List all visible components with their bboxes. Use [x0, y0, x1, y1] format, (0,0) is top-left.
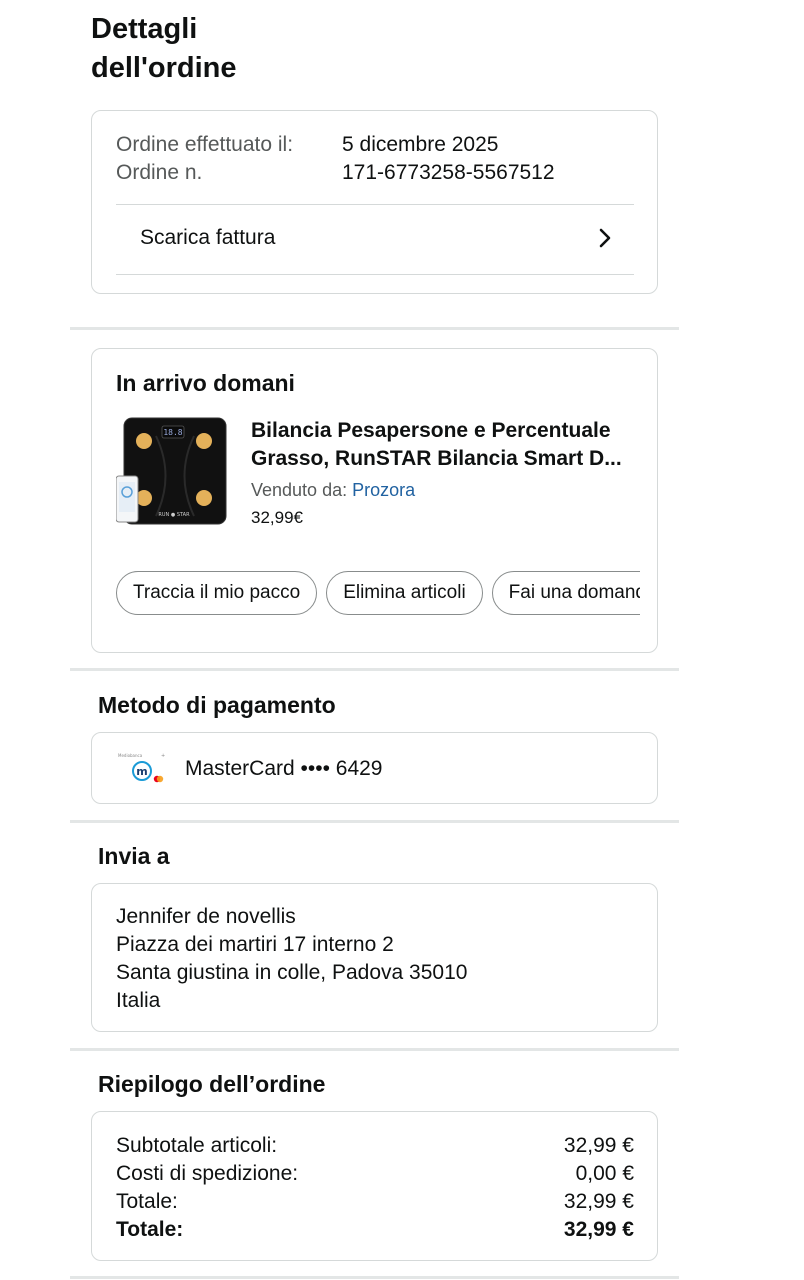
smart-scale-image[interactable]: 18.8 RUN ● STAR [116, 416, 228, 528]
section-divider [70, 327, 679, 330]
product-title-line-1: Bilancia Pesapersone e Percentuale [251, 419, 611, 442]
summary-label: Totale: [116, 1218, 184, 1241]
summary-value: 32,99 € [563, 1190, 634, 1213]
address-name: Jennifer de novellis [116, 905, 296, 928]
svg-text:+: + [161, 753, 165, 759]
product-price: 32,99€ [251, 508, 303, 527]
summary-label: Costi di spedizione: [116, 1162, 299, 1185]
svg-text:m: m [136, 765, 147, 778]
section-divider [70, 1276, 679, 1279]
address-city: Santa giustina in colle, Padova 35010 [116, 961, 468, 984]
shipping-address-card: Jennifer de novellis Piazza dei martiri … [91, 883, 658, 1032]
order-number-value: 171-6773258-5567512 [342, 161, 555, 184]
payment-card-label: MasterCard •••• 6429 [185, 757, 383, 780]
payment-method-title: Metodo di pagamento [98, 692, 336, 718]
summary-value: 32,99 € [563, 1134, 634, 1157]
order-number-label: Ordine n. [116, 161, 203, 184]
address-country: Italia [116, 989, 161, 1012]
section-divider [70, 1048, 679, 1051]
section-divider [70, 668, 679, 671]
shipment-actions: Traccia il mio pacco Elimina articoli Fai … [116, 571, 640, 617]
shipment-status-title: In arrivo domani [116, 370, 295, 396]
summary-value: 0,00 € [575, 1162, 634, 1185]
order-date-label: Ordine effettuato il: [116, 133, 294, 156]
download-invoice-button[interactable]: Scarica fattura [92, 204, 659, 274]
track-package-button[interactable]: Traccia il mio pacco [116, 571, 318, 615]
product-title-line-2: Grasso, RunSTAR Bilancia Smart D... [251, 447, 622, 470]
svg-text:Mediobanca: Mediobanca [118, 753, 143, 758]
ship-to-title: Invia a [98, 843, 170, 869]
order-info-card: Ordine effettuato il: 5 dicembre 2025 Or… [91, 110, 658, 294]
shipment-card: In arrivo domani 18.8 RUN ● STAR Bilanci… [91, 348, 658, 653]
address-street: Piazza dei martiri 17 interno 2 [116, 933, 394, 956]
chevron-right-icon [599, 228, 611, 248]
summary-value: 32,99 € [563, 1218, 634, 1241]
order-date-value: 5 dicembre 2025 [342, 133, 499, 156]
divider [116, 274, 634, 275]
order-summary-card: Subtotale articoli: 32,99 € Costi di spe… [91, 1111, 658, 1261]
product-title-link[interactable]: Bilancia Pesapersone e Percentuale Grass… [251, 417, 641, 473]
mastercard-icon: Mediobanca m + [118, 753, 165, 783]
delete-items-button[interactable]: Elimina articoli [326, 571, 483, 615]
seller-label: Venduto da: [251, 480, 348, 500]
order-summary-title: Riepilogo dell’ordine [98, 1071, 326, 1097]
section-divider [70, 820, 679, 823]
seller-link[interactable]: Prozora [352, 480, 415, 500]
page-title: Dettagli dell'ordine [91, 13, 237, 84]
summary-label: Subtotale articoli: [116, 1134, 278, 1157]
ask-question-button[interactable]: Fai una domanda [491, 571, 640, 615]
summary-label: Totale: [116, 1190, 178, 1213]
svg-text:RUN ● STAR: RUN ● STAR [158, 512, 190, 518]
svg-text:18.8: 18.8 [163, 428, 182, 437]
download-invoice-label: Scarica fattura [140, 226, 276, 249]
seller-info: Venduto da: Prozora [251, 477, 415, 503]
payment-method-card[interactable]: Mediobanca m + MasterCard •••• 6429 [91, 732, 658, 804]
